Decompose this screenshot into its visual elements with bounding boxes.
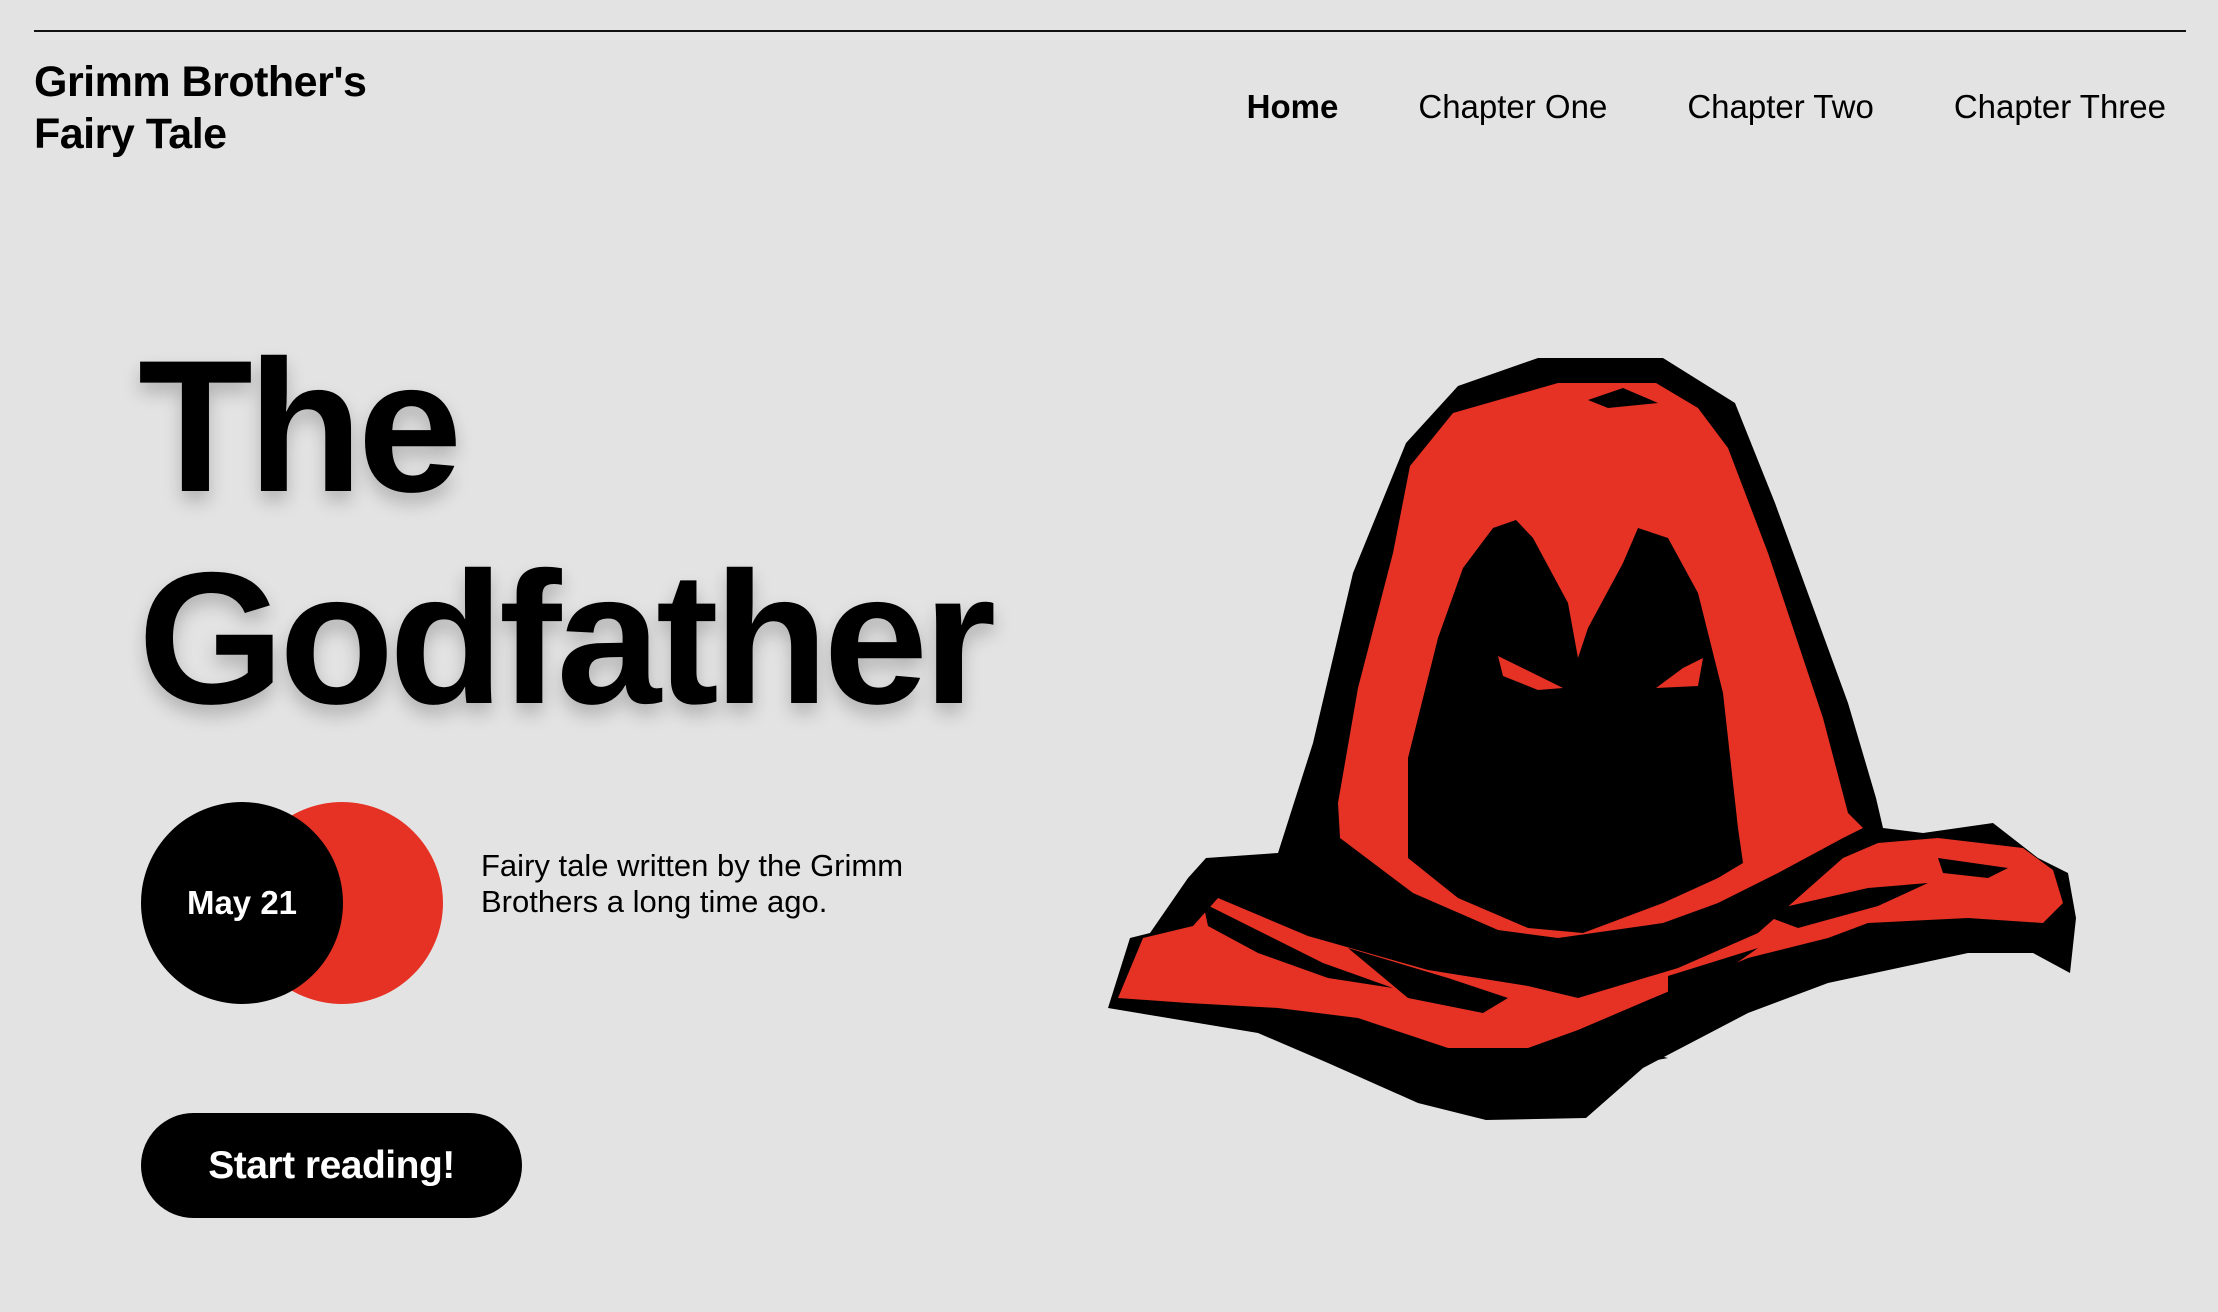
nav-chapter-two[interactable]: Chapter Two [1687,84,1874,130]
nav-chapter-three[interactable]: Chapter Three [1954,84,2166,130]
nav-home[interactable]: Home [1247,84,1339,130]
start-reading-button[interactable]: Start reading! [141,1113,522,1218]
hero-title-line-1: The [138,321,462,531]
brand-line-1: Grimm Brother's [34,58,367,106]
main-nav: Home Chapter One Chapter Two Chapter Thr… [1180,84,2166,130]
hooded-figure-icon [1108,358,2076,1120]
top-divider [34,30,2186,32]
hero-description: Fairy tale written by the Grimm Brothers… [481,848,904,919]
publish-date: May 21 [186,884,298,921]
date-badge: May 21 [141,802,443,1004]
hero-title: The Godfather [138,320,1038,744]
hero-title-line-2: Godfather [138,533,996,743]
brand-line-2: Fairy Tale [34,110,227,158]
site-logo[interactable]: Grimm Brother's Fairy Tale [34,56,454,160]
black-circle: May 21 [141,802,343,1004]
nav-chapter-one[interactable]: Chapter One [1418,84,1607,130]
